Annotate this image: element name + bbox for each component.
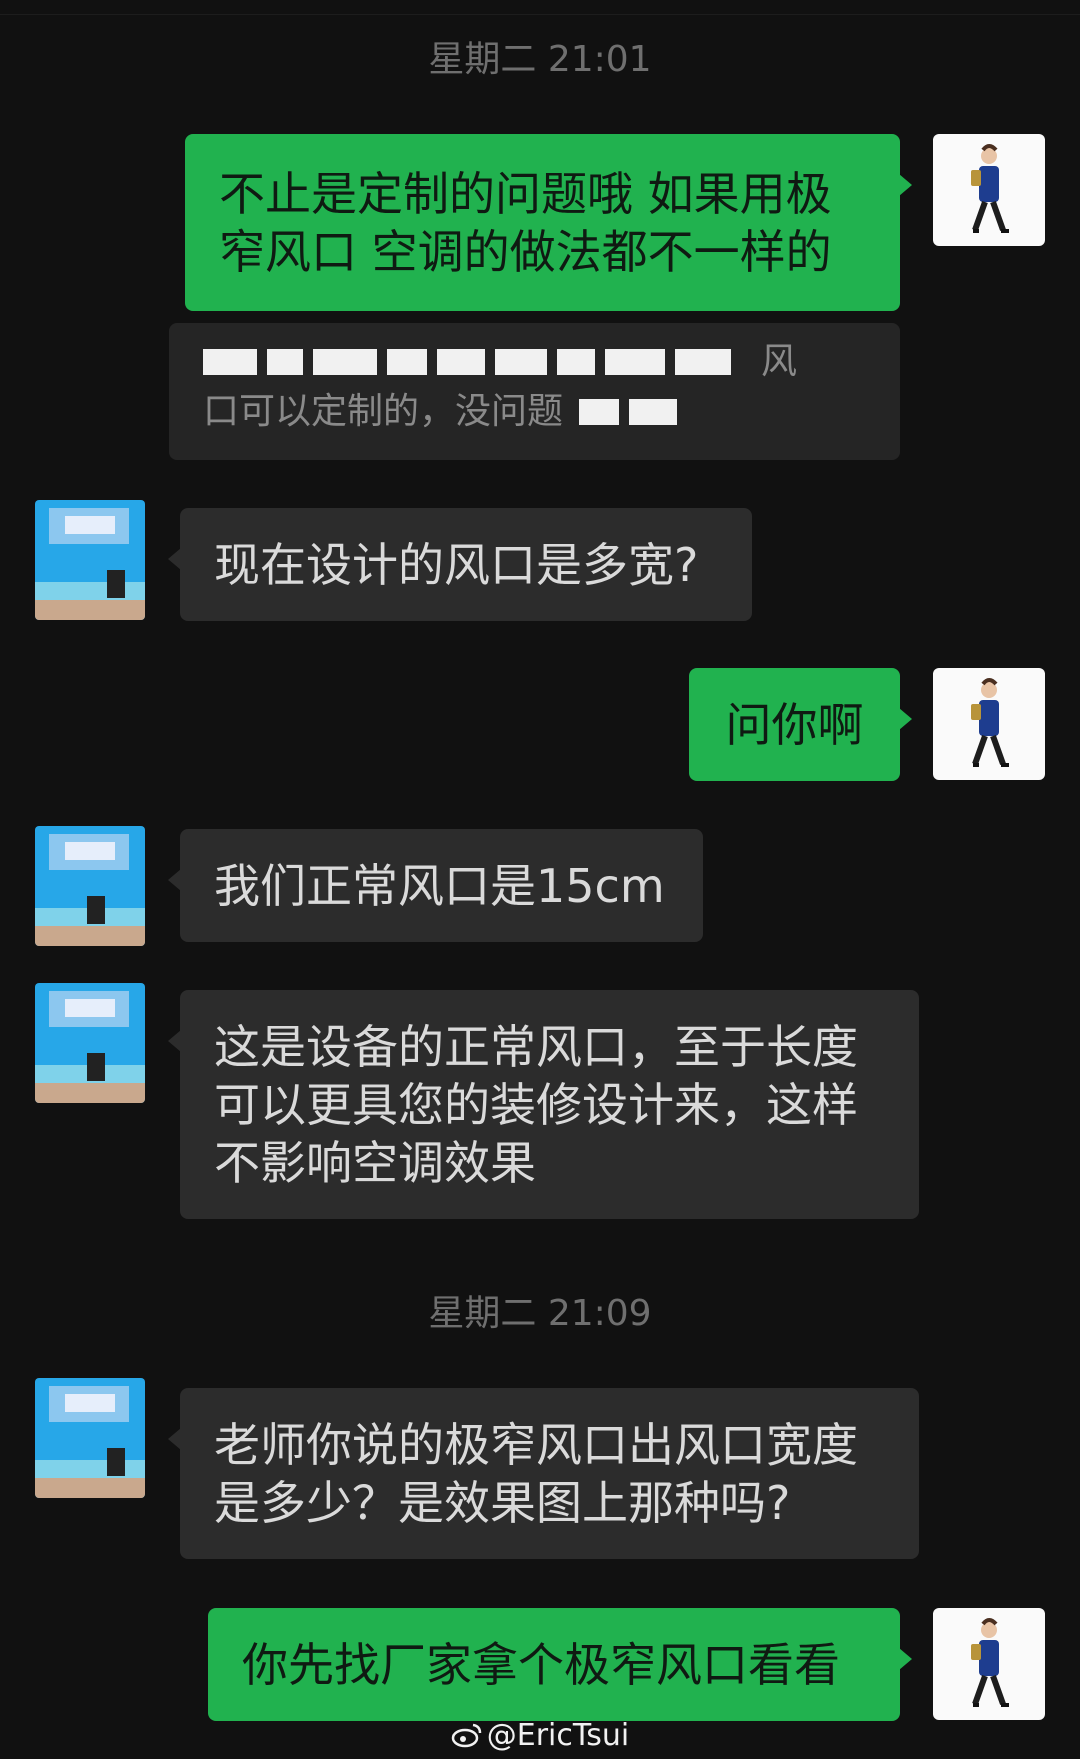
pixelated-text [557, 349, 595, 375]
message-bubble-outgoing[interactable]: 问你啊 [689, 668, 912, 781]
person-walking-icon [971, 144, 1009, 233]
quoted-message: 风 口可以定制的，没问题 [169, 323, 900, 460]
pixelated-text [675, 349, 731, 375]
pixelated-text [629, 399, 678, 425]
timestamp: 星期二 21:01 [428, 39, 652, 80]
watermark: @EricTsui [0, 1718, 1080, 1754]
quoted-message-line-2: 口可以定制的，没问题 [203, 387, 866, 437]
contact-avatar[interactable] [35, 983, 145, 1103]
contact-avatar[interactable] [35, 826, 145, 946]
pixelated-text [267, 349, 303, 375]
message-bubble-outgoing[interactable]: 不止是定制的问题哦 如果用极 窄风口 空调的做法都不一样的 [185, 134, 912, 311]
pixelated-text [387, 349, 427, 375]
timestamp: 星期二 21:09 [428, 1293, 652, 1334]
quoted-text: 风 [761, 341, 798, 382]
message-bubble-incoming[interactable]: 我们正常风口是15cm [168, 829, 703, 942]
contact-avatar[interactable] [35, 500, 145, 620]
message-bubble-incoming[interactable]: 这是设备的正常风口，至于长度 可以更具您的装修设计来，这样 不影响空调效果 [168, 990, 919, 1219]
watermark-handle: @EricTsui [486, 1718, 630, 1753]
person-walking-icon [971, 1618, 1009, 1707]
quoted-text: 口可以定制的，没问题 [203, 391, 564, 432]
pixelated-text [313, 349, 377, 375]
message-bubble-incoming[interactable]: 老师你说的极窄风口出风口宽度 是多少？是效果图上那种吗? [168, 1388, 919, 1559]
pixelated-text [605, 349, 665, 375]
quoted-message-line-1: 风 [203, 337, 866, 387]
contact-avatar[interactable] [35, 1378, 145, 1498]
my-avatar[interactable] [933, 1608, 1045, 1720]
message-bubble-incoming[interactable]: 现在设计的风口是多宽? [168, 508, 752, 621]
my-avatar[interactable] [933, 134, 1045, 246]
pixelated-text [579, 399, 620, 425]
pixelated-text [203, 349, 257, 375]
person-walking-icon [971, 678, 1009, 767]
message-bubble-outgoing[interactable]: 你先找厂家拿个极窄风口看看 [208, 1608, 912, 1721]
pixelated-text [437, 349, 485, 375]
pixelated-text [495, 349, 547, 375]
weibo-icon [451, 1723, 482, 1748]
top-divider [0, 14, 1080, 15]
my-avatar[interactable] [933, 668, 1045, 780]
